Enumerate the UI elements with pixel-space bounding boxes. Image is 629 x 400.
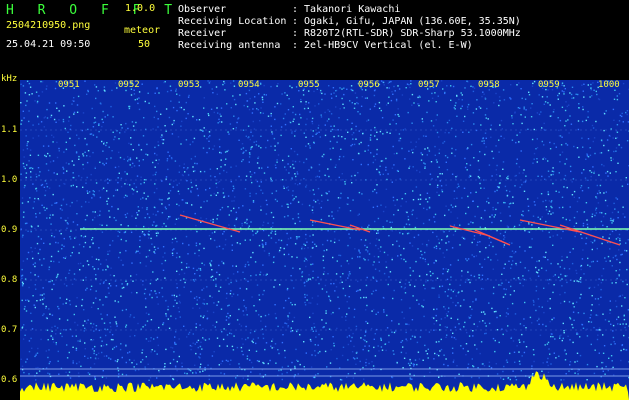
observer-value: : Takanori Kawachi [292, 4, 401, 15]
freq-tick-label: 0.6 [1, 375, 18, 385]
time-tick-label: 0956 [358, 80, 380, 90]
antenna-value: : 2el-HB9CV Vertical (el. E-W) [292, 40, 473, 51]
freq-tick-label: 0.8 [1, 275, 18, 285]
freq-tick-label: 1.1 [1, 125, 18, 135]
time-tick-label: 0953 [178, 80, 200, 90]
antenna-key: Receiving antenna [178, 40, 281, 51]
time-tick-label: 0955 [298, 80, 320, 90]
location-key: Receiving Location [178, 16, 287, 27]
location-value: : Ogaki, Gifu, JAPAN (136.60E, 35.35N) [292, 16, 521, 27]
time-tick-label: 0958 [478, 80, 500, 90]
freq-tick-label: 1.0 [1, 175, 18, 185]
app-version: 1.0.0 [125, 3, 156, 14]
time-tick-label: 0952 [118, 80, 140, 90]
time-tick-label: 0959 [538, 80, 560, 90]
observer-key: Observer [178, 4, 227, 15]
time-tick-label: 0957 [418, 80, 440, 90]
freq-tick-label: 0.7 [1, 325, 18, 335]
meteor-label: meteor [124, 25, 161, 36]
spectrogram-plot [20, 80, 629, 400]
time-tick-label: 0951 [58, 80, 80, 90]
time-tick-label: 0954 [238, 80, 260, 90]
khz-unit-label: kHz [1, 74, 18, 84]
file-name: 2504210950.png [6, 20, 91, 31]
spectrogram-canvas [20, 80, 629, 400]
header-panel: H R O F F T 1.0.0 2504210950.png 25.04.2… [0, 0, 629, 76]
freq-tick-label: 0.9 [1, 225, 18, 235]
receiver-value: : R820T2(RTL-SDR) SDR-Sharp 53.1000MHz [292, 28, 521, 39]
date-time: 25.04.21 09:50 [6, 39, 91, 50]
receiver-key: Receiver [178, 28, 227, 39]
time-tick-label: 1000 [598, 80, 620, 90]
meteor-count: 50 [138, 39, 151, 50]
